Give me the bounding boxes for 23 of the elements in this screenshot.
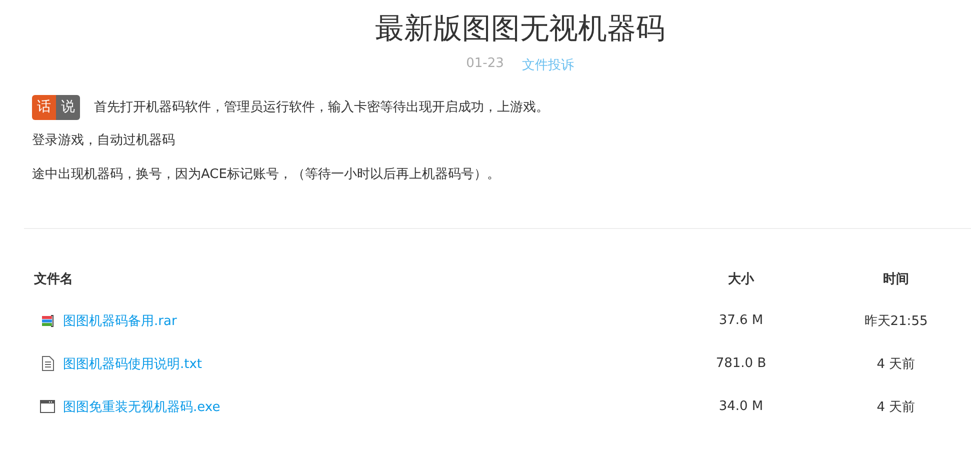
paragraph: 途中出现机器码，换号，因为ACE标记账号，（等待一小时以后再上机器码号）。: [32, 166, 501, 184]
column-header: 时间: [882, 271, 910, 288]
file-link[interactable]: 图图机器码使用说明.txt: [63, 354, 202, 372]
label-badge: 话: [32, 94, 56, 120]
file-time: 昨天21:55: [863, 312, 929, 330]
window-icon: [40, 400, 55, 413]
file-link[interactable]: 图图免重装无视机器码.exe: [63, 398, 220, 416]
column-header: 大小: [727, 271, 756, 288]
file-time: 4 天前: [876, 398, 916, 416]
file-time: 4 天前: [876, 356, 916, 372]
document-icon: [42, 356, 54, 371]
article-title: 最新版图图无视机器码: [374, 10, 666, 47]
file-size: 781.0 B: [714, 356, 768, 371]
label-badge: 说: [56, 94, 80, 120]
paragraph: 登录游戏，自动过机器码: [32, 132, 176, 150]
paragraph: 首先打开机器码软件，管理员运行软件，输入卡密等待出现开启成功，上游戏。: [94, 99, 549, 116]
column-header: 文件名: [34, 270, 74, 288]
file-link[interactable]: 图图机器码备用.rar: [63, 312, 177, 330]
file-size: 37.6 M: [718, 313, 764, 328]
post-date: 01-23: [466, 56, 504, 73]
file-size: 34.0 M: [718, 399, 764, 414]
report-link[interactable]: 文件投诉: [522, 56, 574, 74]
archive-icon: [40, 314, 54, 328]
